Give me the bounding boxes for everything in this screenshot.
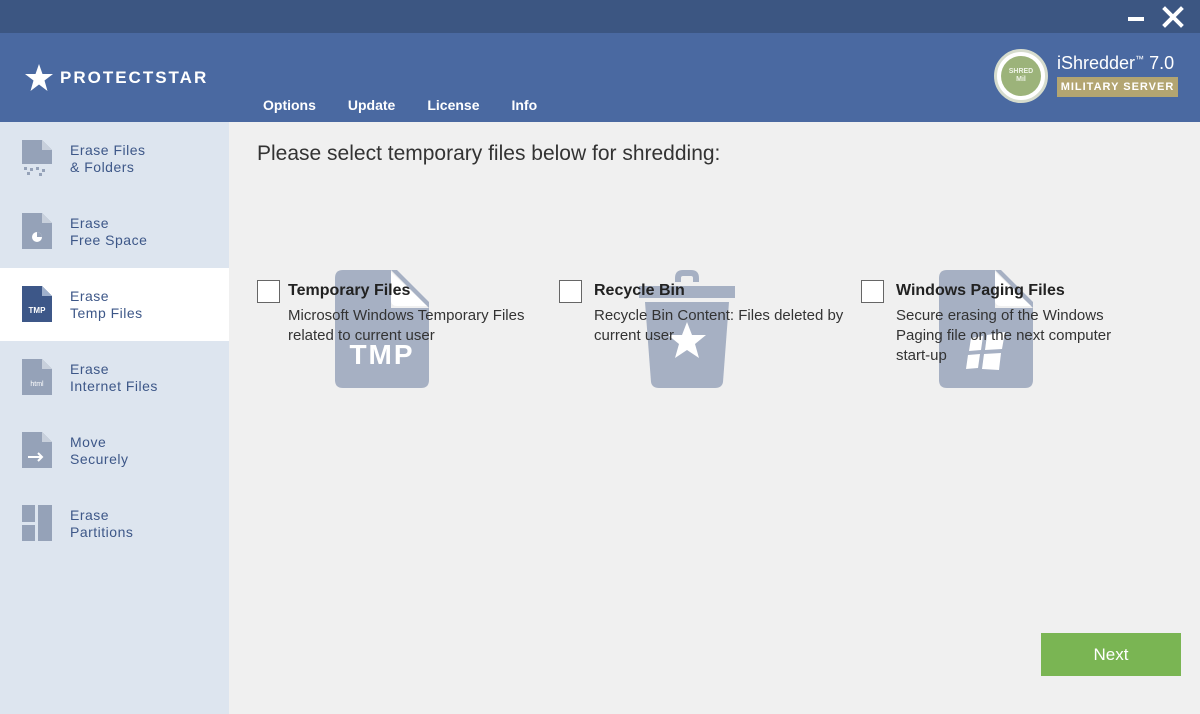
sidebar-item-erase-temp-files[interactable]: TMP Erase Temp Files: [0, 268, 229, 341]
windows-paging-files-desc: Secure erasing of the Windows Paging fil…: [896, 307, 1112, 364]
sidebar-item-erase-files-folders[interactable]: Erase Files & Folders: [0, 122, 229, 195]
shred-seal-icon: SHRED Mil: [994, 49, 1048, 103]
windows-paging-files-title: Windows Paging Files: [896, 282, 1065, 299]
sidebar-item-move-securely[interactable]: Move Securely: [0, 414, 229, 487]
sidebar-item-erase-partitions[interactable]: Erase Partitions: [0, 487, 229, 560]
minimize-icon[interactable]: [1123, 4, 1149, 30]
temporary-files-title: Temporary Files: [288, 282, 411, 299]
main-panel: Please select temporary files below for …: [229, 122, 1200, 714]
partition-icon: [22, 505, 52, 541]
top-nav: Options Update License Info: [247, 95, 553, 115]
edition-badge: MILITARY SERVER: [1057, 77, 1178, 97]
html-file-icon: html: [22, 359, 52, 395]
title-bar: [0, 0, 1200, 33]
sidebar-item-erase-free-space[interactable]: Erase Free Space: [0, 195, 229, 268]
brand-name: PROTECTSTAR: [60, 68, 209, 87]
product-name: iShredder™ 7.0: [1057, 53, 1175, 73]
windows-paging-files-checkbox[interactable]: [861, 280, 884, 303]
temporary-files-checkbox[interactable]: [257, 280, 280, 303]
nav-options[interactable]: Options: [247, 95, 332, 115]
brand-logo: PROTECTSTAR: [24, 63, 208, 93]
recycle-bin-title: Recycle Bin: [594, 282, 685, 299]
star-icon: [25, 64, 53, 91]
nav-update[interactable]: Update: [332, 95, 411, 115]
svg-text:html: html: [30, 381, 44, 388]
recycle-bin-desc: Recycle Bin Content: Files deleted by cu…: [594, 307, 844, 344]
nav-license[interactable]: License: [411, 95, 495, 115]
recycle-bin-checkbox[interactable]: [559, 280, 582, 303]
tmp-file-icon: TMP: [22, 286, 52, 322]
svg-text:TMP: TMP: [29, 306, 47, 315]
sidebar: Erase Files & Folders Erase Free Space T…: [0, 122, 229, 714]
move-file-icon: [22, 432, 52, 468]
app-header: PROTECTSTAR Options Update License Info …: [0, 33, 1200, 122]
pie-file-icon: [22, 213, 52, 249]
nav-info[interactable]: Info: [495, 95, 553, 115]
product-badge: SHRED Mil iShredder™ 7.0 MILITARY SERVER: [994, 49, 1194, 109]
page-title: Please select temporary files below for …: [257, 142, 721, 165]
temporary-files-desc: Microsoft Windows Temporary Files relate…: [288, 307, 525, 344]
next-button[interactable]: Next: [1041, 633, 1181, 676]
file-shred-icon: [22, 140, 52, 176]
sidebar-item-erase-internet-files[interactable]: html Erase Internet Files: [0, 341, 229, 414]
close-icon[interactable]: [1160, 4, 1186, 30]
